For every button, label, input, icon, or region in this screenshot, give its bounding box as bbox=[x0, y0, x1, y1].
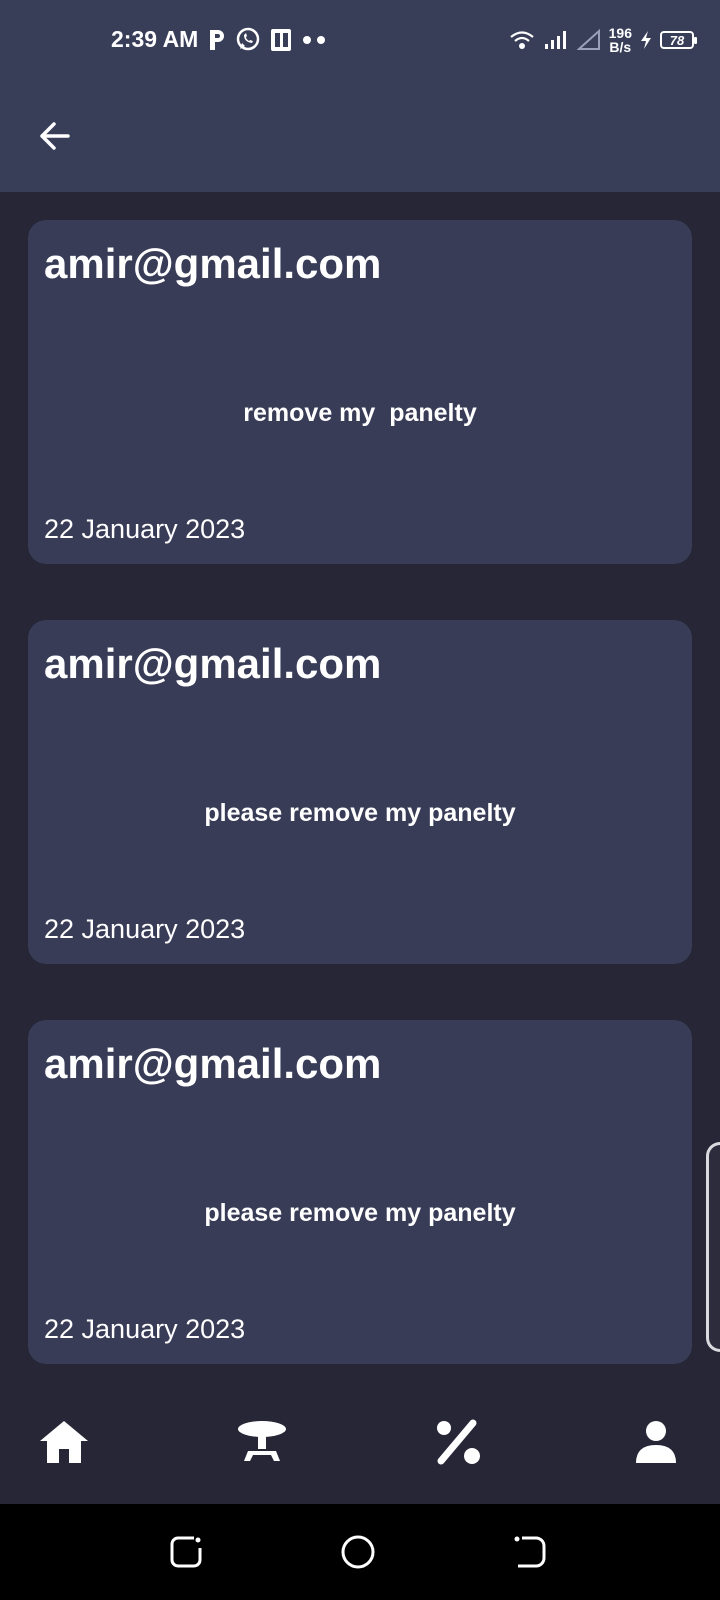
system-nav-bar bbox=[0, 1504, 720, 1600]
office-icon bbox=[271, 29, 291, 51]
home-circle-icon[interactable] bbox=[340, 1534, 376, 1570]
wifi-icon bbox=[509, 31, 534, 49]
speed-unit: B/s bbox=[609, 39, 632, 55]
parking-p-icon bbox=[210, 30, 224, 50]
status-bar: 2:39 AM 196 B/s 78 bbox=[0, 0, 720, 80]
complaint-email: amir@gmail.com bbox=[44, 640, 382, 687]
dots-icon bbox=[303, 36, 325, 44]
percent-icon bbox=[437, 1419, 480, 1465]
person-icon bbox=[636, 1421, 676, 1463]
complaint-date: 22 January 2023 bbox=[44, 514, 246, 544]
back-icon[interactable] bbox=[512, 1534, 548, 1570]
signal-icon bbox=[544, 31, 566, 49]
table-icon bbox=[238, 1421, 286, 1461]
complaint-email: amir@gmail.com bbox=[44, 1040, 382, 1087]
signal-empty-icon bbox=[576, 29, 600, 50]
recent-apps-icon[interactable] bbox=[168, 1534, 204, 1570]
speed-value: 196 bbox=[608, 25, 632, 41]
app-bar bbox=[0, 80, 720, 192]
complaint-message: please remove my panelty bbox=[204, 1199, 516, 1227]
scrollbar-handle[interactable] bbox=[706, 1142, 720, 1352]
status-left-icons bbox=[207, 25, 327, 55]
charging-icon bbox=[641, 31, 651, 49]
battery-indicator: 78 bbox=[660, 31, 697, 49]
status-right-icons: 196 B/s 78 bbox=[509, 22, 697, 58]
complaint-card[interactable]: amir@gmail.com remove my panelty 22 Janu… bbox=[28, 220, 692, 564]
complaint-card[interactable]: amir@gmail.com please remove my panelty … bbox=[28, 1020, 692, 1364]
whatsapp-icon bbox=[236, 27, 260, 51]
nav-discount[interactable] bbox=[430, 1414, 486, 1470]
arrow-left-icon[interactable] bbox=[34, 116, 74, 156]
complaint-message: remove my panelty bbox=[243, 399, 477, 427]
complaint-date: 22 January 2023 bbox=[44, 914, 246, 944]
nav-home[interactable] bbox=[36, 1414, 92, 1470]
home-icon bbox=[40, 1421, 88, 1463]
bottom-nav bbox=[0, 1392, 720, 1504]
complaint-message: please remove my panelty bbox=[204, 799, 516, 827]
status-time: 2:39 AM bbox=[111, 26, 199, 52]
complaint-date: 22 January 2023 bbox=[44, 1314, 246, 1344]
network-speed: 196 B/s bbox=[609, 26, 632, 54]
nav-table[interactable] bbox=[234, 1414, 290, 1470]
complaint-email: amir@gmail.com bbox=[44, 240, 382, 287]
complaint-card[interactable]: amir@gmail.com please remove my panelty … bbox=[28, 620, 692, 964]
nav-profile[interactable] bbox=[628, 1414, 684, 1470]
